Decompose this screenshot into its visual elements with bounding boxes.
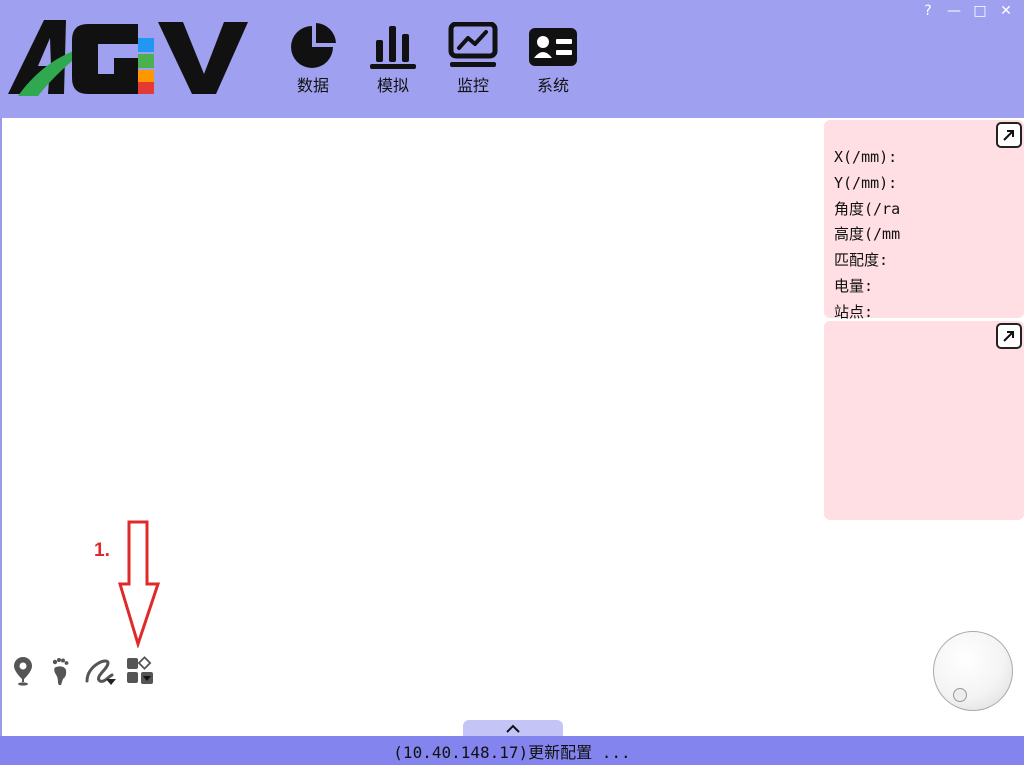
minimize-button[interactable]: — (944, 2, 964, 20)
nav-label: 系统 (536, 76, 569, 95)
expand-arrow-icon (1003, 331, 1014, 342)
info-list: X(/mm): Y(/mm): 角度(/ra 高度(/mm 匹配度: 电量: 站… (834, 145, 1004, 326)
window-controls: ? — □ ✕ (918, 2, 1016, 20)
footprint-tool[interactable] (48, 655, 78, 687)
info-battery: 电量: (834, 276, 874, 295)
nav-simulation[interactable]: 模拟 (361, 22, 425, 98)
expand-arrow-icon (1003, 130, 1014, 141)
location-tool[interactable] (10, 655, 40, 687)
path-draw-tool[interactable] (84, 655, 116, 687)
expand-bottom-panel-button[interactable] (463, 720, 563, 737)
nav-monitor[interactable]: 监控 (441, 22, 505, 98)
footprints-icon (52, 658, 69, 686)
shapes-tool[interactable] (124, 655, 154, 687)
nav-label: 监控 (456, 76, 489, 95)
monitor-chart-icon (448, 22, 498, 67)
joystick-knob[interactable] (953, 688, 967, 702)
status-text: (10.40.148.17)更新配置 ... (393, 742, 631, 762)
agv-logo (8, 20, 248, 96)
chevron-up-icon (506, 724, 520, 733)
nav-label: 数据 (296, 76, 329, 95)
info-angle: 角度(/ra (834, 199, 901, 218)
nav-system[interactable]: 系统 (521, 22, 585, 98)
shapes-icon (127, 656, 153, 684)
joystick-control[interactable] (933, 631, 1013, 711)
help-button[interactable]: ? (918, 2, 938, 20)
info-height: 高度(/mm (834, 225, 901, 244)
close-button[interactable]: ✕ (996, 2, 1016, 20)
nav-data[interactable]: 数据 (281, 22, 345, 98)
header: 数据 模拟 监控 系统 ? — □ ✕ (0, 0, 1024, 118)
annotation-arrow-icon (118, 520, 161, 648)
info-x: X(/mm): (834, 148, 898, 166)
pie-chart-icon (291, 23, 336, 68)
annotation-label: 1. (94, 540, 110, 561)
bar-chart-icon (370, 26, 416, 69)
info-y: Y(/mm): (834, 173, 898, 192)
maximize-button[interactable]: □ (970, 2, 990, 20)
location-pin-icon (14, 657, 32, 686)
path-draw-icon (85, 659, 116, 685)
info-match: 匹配度: (834, 251, 889, 270)
secondary-panel (824, 321, 1024, 520)
nav-label: 模拟 (376, 76, 409, 95)
agv-info-panel: X(/mm): Y(/mm): 角度(/ra 高度(/mm 匹配度: 电量: 站… (824, 120, 1024, 321)
expand-panel-button[interactable] (996, 323, 1022, 349)
id-card-icon (529, 28, 577, 66)
status-bar: (10.40.148.17)更新配置 ... (0, 736, 1024, 765)
